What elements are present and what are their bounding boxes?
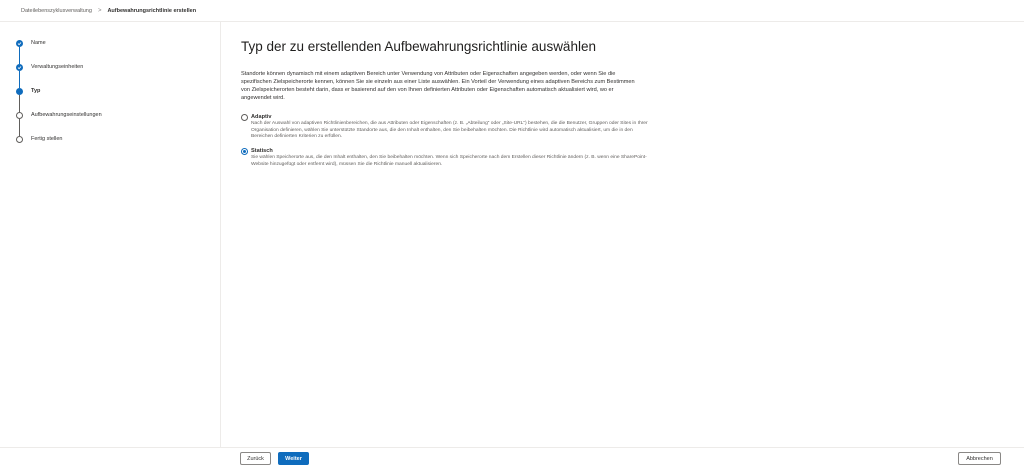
- step-label: Aufbewahrungseinstellungen: [31, 112, 102, 118]
- radio-statisch[interactable]: [241, 148, 248, 155]
- breadcrumb-parent-link[interactable]: Dateilebenszyklusverwaltung: [21, 8, 92, 14]
- step-label: Verwaltungseinheiten: [31, 64, 84, 70]
- checkmark-icon: [16, 40, 23, 47]
- back-button[interactable]: Zurück: [240, 452, 271, 465]
- option-title: Adaptiv: [251, 114, 272, 120]
- step-aufbewahrungseinstellungen[interactable]: Aufbewahrungseinstellungen: [16, 110, 102, 136]
- step-typ[interactable]: Typ: [16, 86, 102, 112]
- wizard-steps-panel: Name Verwaltungseinheiten Typ Aufbewahru…: [0, 22, 221, 447]
- empty-circle-icon: [16, 112, 23, 119]
- chevron-right-icon: >: [97, 7, 102, 14]
- step-label: Name: [31, 40, 46, 46]
- empty-circle-icon: [16, 136, 23, 143]
- step-fertig-stellen[interactable]: Fertig stellen: [16, 134, 102, 158]
- step-label: Typ: [31, 88, 41, 94]
- page-description: Standorte können dynamisch mit einem ada…: [241, 71, 635, 101]
- option-adaptiv[interactable]: Adaptiv Nach der Auswahl von adaptiven R…: [241, 114, 653, 141]
- option-description: Sie wählen Speicherorte aus, die den Inh…: [251, 155, 647, 167]
- option-statisch[interactable]: Statisch Sie wählen Speicherorte aus, di…: [241, 148, 653, 168]
- step-label: Fertig stellen: [31, 136, 63, 142]
- cancel-button[interactable]: Abbrechen: [958, 452, 1001, 465]
- main-content: Typ der zu erstellenden Aufbewahrungsric…: [221, 22, 1024, 447]
- page-title: Typ der zu erstellenden Aufbewahrungsric…: [241, 39, 596, 54]
- step-name[interactable]: Name: [16, 38, 102, 64]
- option-description: Nach der Auswahl von adaptiven Richtlini…: [251, 121, 648, 140]
- next-button[interactable]: Weiter: [278, 452, 309, 465]
- step-verwaltungseinheiten[interactable]: Verwaltungseinheiten: [16, 62, 102, 88]
- checkmark-icon: [16, 64, 23, 71]
- breadcrumb: Dateilebenszyklusverwaltung > Aufbewahru…: [0, 0, 1024, 22]
- option-title: Statisch: [251, 148, 273, 154]
- breadcrumb-current: Aufbewahrungsrichtlinie erstellen: [107, 7, 197, 14]
- footer-bar: Zurück Weiter Abbrechen: [0, 447, 1024, 467]
- current-step-dot-icon: [16, 88, 23, 95]
- radio-adaptiv[interactable]: [241, 114, 248, 121]
- step-list: Name Verwaltungseinheiten Typ Aufbewahru…: [16, 38, 102, 158]
